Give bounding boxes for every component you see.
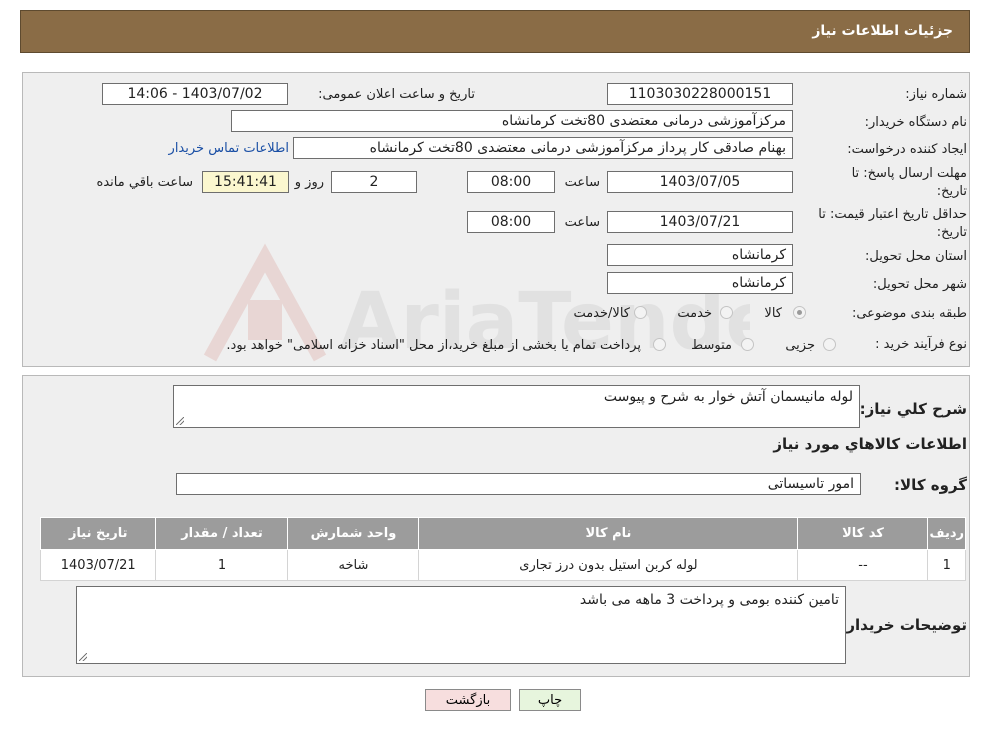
buyer-org-field: مرکزآموزشی درمانی معتضدی 80تخت کرمانشاه [231, 110, 793, 132]
category-option-service: خدمت [677, 306, 712, 321]
table-row: 1 -- لوله کربن استیل بدون درز تجاری شاخه… [39, 549, 966, 581]
col-unit-header: واحد شمارش [287, 517, 420, 550]
summary-text: لوله مانیسمان آتش خوار به شرح و پیوست [603, 389, 853, 405]
process-radio-treasury[interactable] [653, 338, 666, 351]
process-option-medium: متوسط [691, 338, 732, 353]
cell-row: 1 [927, 549, 966, 581]
buyer-org-label: نام دستگاه خریدار: [864, 115, 967, 130]
process-radio-minor[interactable] [823, 338, 836, 351]
days-label: روز و [294, 175, 324, 190]
buyer-contact-link[interactable]: اطلاعات تماس خریدار [169, 141, 289, 156]
back-button[interactable]: بازگشت [425, 689, 511, 711]
process-option-minor: جزیی [785, 338, 815, 353]
deadline-date-field: 1403/07/05 [607, 171, 793, 193]
resize-grip-icon[interactable] [176, 417, 184, 425]
goods-group-label: گروه کالا: [894, 476, 967, 494]
buyer-notes-text: تامین کننده بومی و پرداخت 3 ماهه می باشد [579, 592, 839, 608]
announce-field: 1403/07/02 - 14:06 [102, 83, 288, 105]
category-label: طبقه بندی موضوعی: [851, 306, 967, 321]
col-row-header: رديف [927, 517, 966, 550]
need-number-label: شماره نیاز: [905, 87, 967, 102]
creator-field: بهنام صادقی کار پرداز مرکزآموزشی درمانی … [293, 137, 793, 159]
col-code-header: کد کالا [797, 517, 929, 550]
validity-date-field: 1403/07/21 [607, 211, 793, 233]
col-date-header: تاريخ نياز [39, 517, 157, 550]
goods-group-field: امور تاسیساتی [176, 473, 861, 495]
validity-label-line2: تاریخ: [936, 225, 967, 240]
deadline-label-line1: مهلت ارسال پاسخ: تا [851, 166, 967, 181]
resize-grip-icon[interactable] [79, 653, 87, 661]
category-radio-goods[interactable] [793, 306, 806, 319]
deadline-label-line2: تاریخ: [936, 184, 967, 199]
cell-name: لوله کربن استیل بدون درز تجاری [418, 549, 799, 581]
city-field: کرمانشاه [607, 272, 793, 294]
cell-qty: 1 [155, 549, 289, 581]
summary-textarea[interactable]: لوله مانیسمان آتش خوار به شرح و پیوست [173, 385, 860, 428]
cell-code: -- [797, 549, 929, 581]
category-radio-goods-service[interactable] [634, 306, 647, 319]
process-radio-medium[interactable] [741, 338, 754, 351]
province-field: کرمانشاه [607, 244, 793, 266]
category-option-goods-service: کالا/خدمت [573, 306, 630, 321]
validity-label-line1: حداقل تاریخ اعتبار قیمت: تا [818, 207, 967, 222]
province-label: استان محل تحویل: [865, 249, 967, 264]
process-label: نوع فرآیند خرید : [875, 337, 967, 352]
remaining-time-field: 15:41:41 [202, 171, 289, 193]
days-remaining-field: 2 [331, 171, 417, 193]
cell-date: 1403/07/21 [39, 549, 157, 581]
cell-unit: شاخه [287, 549, 420, 581]
deadline-hour-label: ساعت [564, 175, 600, 190]
goods-table-header: رديف کد کالا نام کالا واحد شمارش تعداد /… [39, 517, 966, 550]
category-option-goods: کالا [764, 306, 782, 321]
summary-label: شرح کلي نياز: [859, 400, 967, 418]
buyer-notes-label: توضيحات خريدار: [840, 616, 967, 634]
validity-hour-label: ساعت [564, 215, 600, 230]
city-label: شهر محل تحویل: [872, 277, 967, 292]
col-qty-header: تعداد / مقدار [155, 517, 289, 550]
need-number-field: 1103030228000151 [607, 83, 793, 105]
page-title: جزئیات اطلاعات نیاز [812, 23, 953, 39]
col-name-header: نام کالا [418, 517, 799, 550]
remaining-time-label: ساعت باقي مانده [96, 175, 193, 190]
category-radio-service[interactable] [720, 306, 733, 319]
goods-table: رديف کد کالا نام کالا واحد شمارش تعداد /… [39, 517, 966, 581]
print-button[interactable]: چاپ [519, 689, 581, 711]
goods-heading: اطلاعات کالاهاي مورد نياز [773, 435, 967, 453]
announce-label: تاریخ و ساعت اعلان عمومی: [318, 87, 475, 102]
validity-time-field: 08:00 [467, 211, 555, 233]
buyer-notes-textarea[interactable]: تامین کننده بومی و پرداخت 3 ماهه می باشد [76, 586, 846, 664]
process-treasury-note: پرداخت تمام یا بخشی از مبلغ خرید،از محل … [226, 338, 641, 353]
page-header: جزئیات اطلاعات نیاز [20, 10, 970, 53]
deadline-time-field: 08:00 [467, 171, 555, 193]
creator-label: ایجاد کننده درخواست: [847, 142, 967, 157]
